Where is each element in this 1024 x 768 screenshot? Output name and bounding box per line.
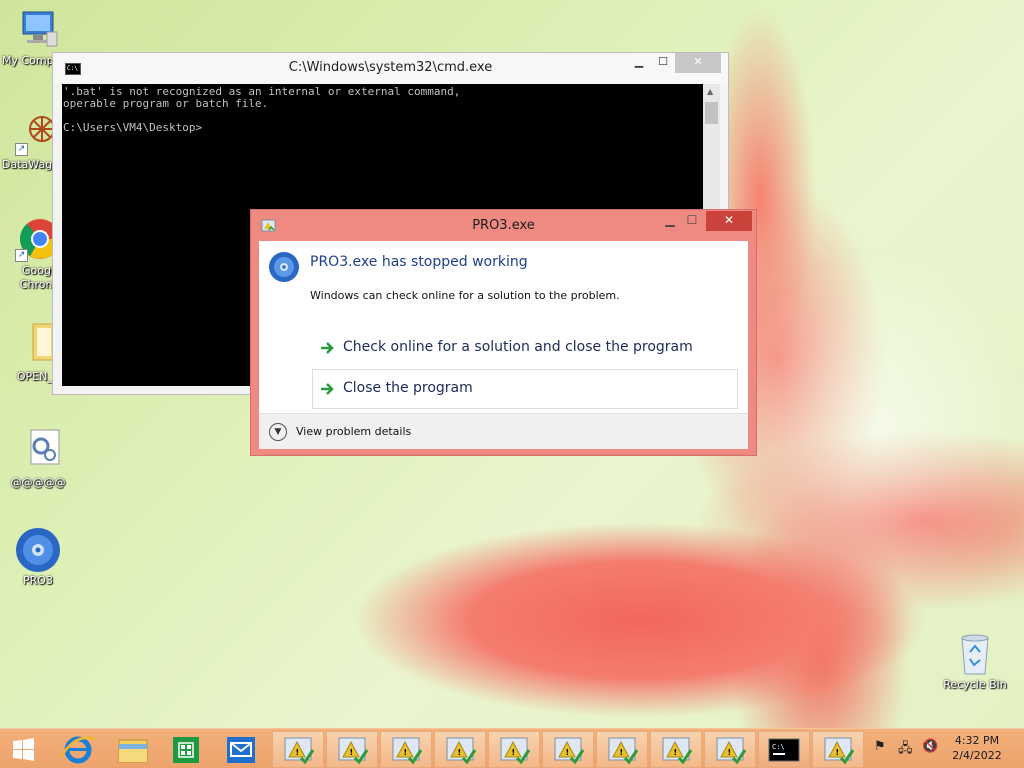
taskbar: !!!!!!!!! C:\! ⚑ 🖧 🔇 4:32 PM 2/4/2022 [0,728,1024,768]
close-program-label: Close the program [343,380,473,396]
svg-text:!: ! [566,748,570,757]
file-explorer-icon [118,739,148,763]
volume-muted-icon[interactable]: 🔇 [922,739,938,754]
svg-text:!: ! [404,748,408,757]
app-warning-icon: ! [446,737,477,765]
app-warning-icon: ! [500,737,531,765]
desktop-icon-recycle-bin[interactable]: Recycle Bin [937,630,1013,692]
chevron-down-icon[interactable]: ▼ [269,423,287,441]
app-warning-icon: ! [554,737,585,765]
shortcut-arrow-icon: ↗ [15,249,28,262]
view-details-bar[interactable]: ▼ View problem details [259,413,748,449]
svg-text:!: ! [728,748,732,757]
view-details-link[interactable]: View problem details [296,425,411,438]
scroll-up-icon[interactable]: ▲ [707,87,713,96]
clock-time: 4:32 PM [954,734,1000,747]
app-warning-icon: ! [338,737,369,765]
svg-text:!: ! [296,748,300,757]
maximize-button[interactable]: ☐ [681,211,703,231]
system-tray: ⚑ 🖧 🔇 [868,737,948,761]
check-online-button[interactable]: Check online for a solution and close th… [312,328,738,368]
desktop-icon-settings-file[interactable]: @@@@@ [0,428,76,490]
taskbar-app-button[interactable]: ! [542,731,594,768]
svg-text:C:\: C:\ [772,743,785,751]
error-dialog-title-bar[interactable]: PRO3.exe ▁ ☐ ✕ [251,210,756,241]
error-heading: PRO3.exe has stopped working [310,254,528,270]
taskbar-app-button[interactable]: ! [812,731,864,768]
app-warning-icon: ! [284,737,315,765]
internet-explorer-icon [59,736,96,764]
console-prompt: C:\Users\VM4\Desktop> [63,121,203,134]
error-dialog[interactable]: PRO3.exe ▁ ☐ ✕ PRO3.exe has stopped work… [250,209,757,456]
disc-icon [15,526,61,572]
action-center-flag-icon[interactable]: ⚑ [874,739,886,754]
close-button[interactable]: ✕ [706,211,752,231]
minimize-button[interactable]: ▁ [659,211,681,231]
taskbar-cmd-button[interactable]: C:\ [758,731,810,768]
taskbar-store[interactable] [161,731,211,768]
cmd-icon: C:\ [768,738,800,762]
mail-icon [227,737,255,763]
green-arrow-icon [321,342,334,354]
taskbar-internet-explorer[interactable] [53,731,103,768]
taskbar-app-button[interactable]: ! [272,731,324,768]
computer-icon [15,6,61,52]
app-warning-icon: ! [608,737,639,765]
cmd-title-bar[interactable]: C:\ C:\Windows\system32\cmd.exe ▁ ☐ ✕ [53,53,728,84]
app-warning-icon: ! [662,737,693,765]
svg-text:!: ! [620,748,624,757]
desktop-icon-pro3[interactable]: PRO3 [0,526,76,588]
taskbar-app-button[interactable]: ! [596,731,648,768]
scrollbar-thumb[interactable] [705,102,718,124]
svg-text:!: ! [350,748,354,757]
clock-date: 2/4/2022 [952,749,1002,762]
taskbar-app-button[interactable]: ! [380,731,432,768]
taskbar-app-button[interactable]: ! [488,731,540,768]
taskbar-file-explorer[interactable] [108,731,158,768]
check-online-label: Check online for a solution and close th… [343,339,693,355]
console-line: operable program or batch file. [63,97,269,110]
app-warning-icon: ! [824,737,855,765]
disc-icon [269,252,299,282]
close-button[interactable]: ✕ [675,53,721,73]
start-icon [13,738,34,761]
start-button[interactable] [2,731,46,768]
taskbar-app-button[interactable]: ! [326,731,378,768]
error-subtext: Windows can check online for a solution … [310,289,620,302]
desktop-icon-label: @@@@@ [10,476,66,489]
settings-doc-icon [15,428,61,474]
taskbar-mail[interactable] [216,731,266,768]
svg-text:!: ! [674,748,678,757]
svg-text:!: ! [458,748,462,757]
close-program-button[interactable]: Close the program [312,369,738,409]
app-warning-icon: ! [392,737,423,765]
network-icon[interactable]: 🖧 [898,739,913,761]
taskbar-app-button[interactable]: ! [704,731,756,768]
svg-text:!: ! [512,748,516,757]
maximize-button[interactable]: ☐ [649,53,677,73]
app-warning-icon: ! [716,737,747,765]
error-dialog-content: PRO3.exe has stopped working Windows can… [259,241,748,449]
desktop-icon-label: Recycle Bin [943,678,1007,691]
recycle-bin-icon [952,630,998,676]
taskbar-app-button[interactable]: ! [434,731,486,768]
svg-text:!: ! [836,748,840,757]
green-arrow-icon [321,383,334,395]
taskbar-app-button[interactable]: ! [650,731,702,768]
store-icon [173,737,199,763]
taskbar-clock[interactable]: 4:32 PM 2/4/2022 [945,733,1009,763]
shortcut-arrow-icon: ↗ [15,143,28,156]
desktop-icon-label: PRO3 [23,574,53,587]
